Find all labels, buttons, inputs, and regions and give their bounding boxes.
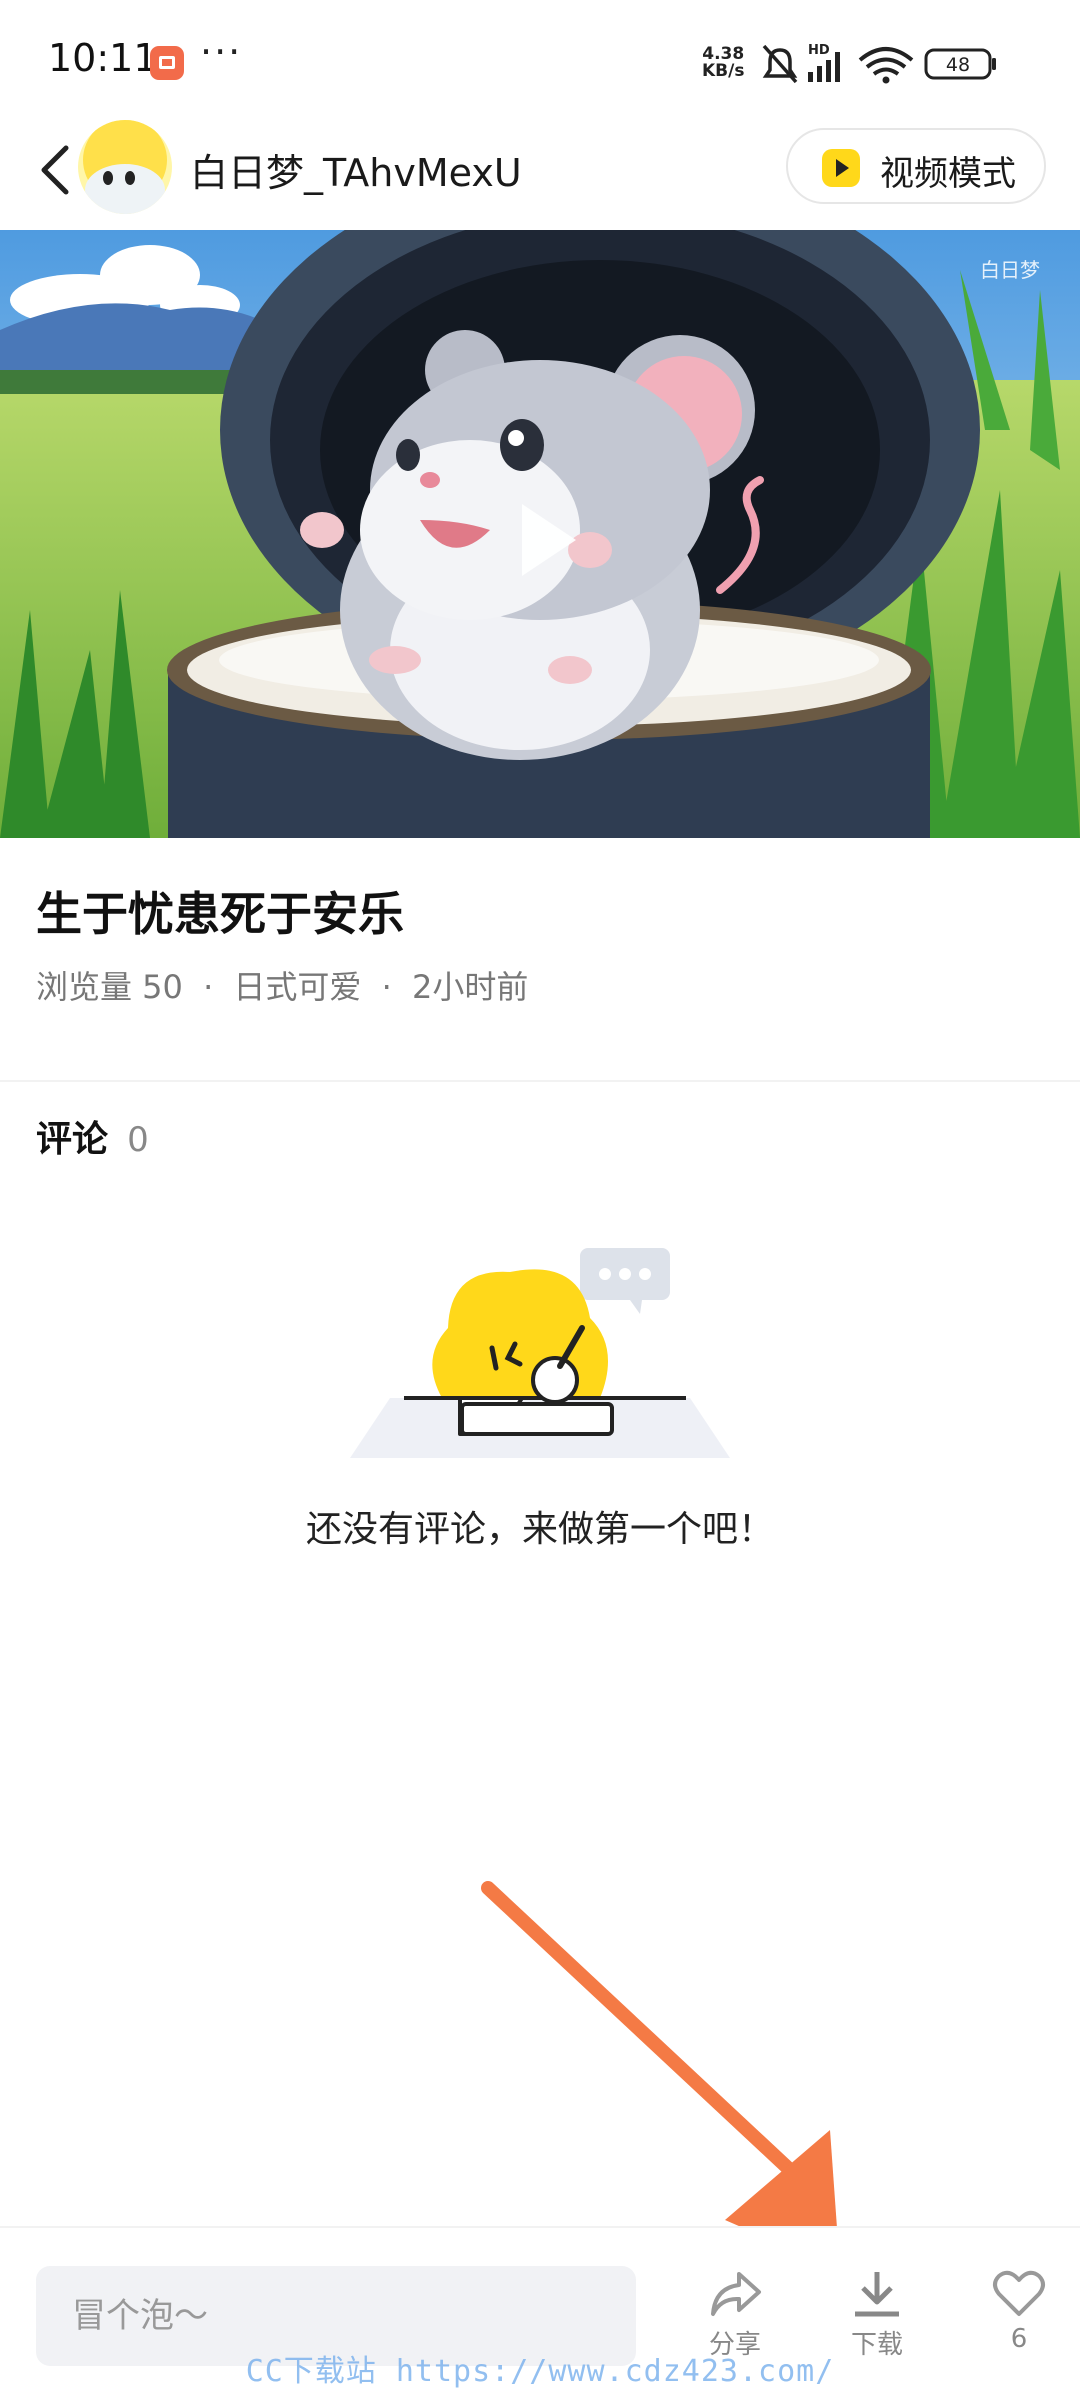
network-speed-unit: KB/s	[702, 61, 745, 81]
mute-icon	[762, 44, 798, 84]
back-arrow-icon[interactable]	[28, 136, 84, 204]
hd-label: HD	[808, 43, 830, 58]
video-play-icon	[822, 149, 860, 187]
battery-icon: 48	[924, 48, 996, 80]
heart-icon	[993, 2270, 1045, 2316]
battery-level: 48	[946, 54, 970, 76]
status-bar: 10:11 ··· 4.38 KB/s HD 48	[0, 0, 1080, 120]
comments-header: 评论 0	[36, 1110, 149, 1162]
site-watermark: CC下载站 https://www.cdz423.com/	[245, 2354, 835, 2389]
meta-separator: ·	[381, 968, 392, 1006]
empty-comments-illustration	[350, 1248, 730, 1458]
video-mode-label: 视频模式	[880, 154, 1016, 194]
post-meta: 浏览量 50 · 日式可爱 · 2小时前	[36, 962, 528, 1008]
download-icon	[855, 2272, 899, 2317]
style-tag[interactable]: 日式可爱	[233, 968, 361, 1006]
media-watermark: 白日梦	[980, 258, 1040, 282]
annotation-arrow	[481, 1881, 840, 2270]
notification-app-icon	[150, 46, 184, 80]
empty-comments-text: 还没有评论，来做第一个吧！	[305, 1509, 774, 1550]
comments-label: 评论	[36, 1119, 109, 1160]
post-header: 白日梦_TAhvMexU 视频模式	[0, 120, 1080, 230]
divider	[0, 1080, 1080, 1082]
post-media[interactable]: 白日梦	[0, 230, 1080, 838]
avatar[interactable]	[78, 120, 172, 214]
more-notifications-icon: ···	[200, 30, 243, 74]
comments-count: 0	[127, 1120, 149, 1160]
meta-separator: ·	[203, 968, 214, 1006]
play-icon[interactable]	[516, 500, 580, 580]
wifi-icon	[858, 47, 914, 84]
share-icon	[711, 2272, 761, 2316]
post-title: 生于忧患死于安乐	[36, 887, 404, 941]
status-icons: HD 48	[762, 43, 996, 84]
video-mode-button[interactable]: 视频模式	[786, 128, 1046, 204]
view-count: 浏览量 50	[36, 968, 183, 1006]
username[interactable]: 白日梦_TAhvMexU	[190, 142, 522, 197]
status-time: 10:11	[48, 36, 158, 80]
network-speed: 4.38 KB/s	[702, 46, 744, 80]
post-time: 2小时前	[411, 968, 529, 1006]
